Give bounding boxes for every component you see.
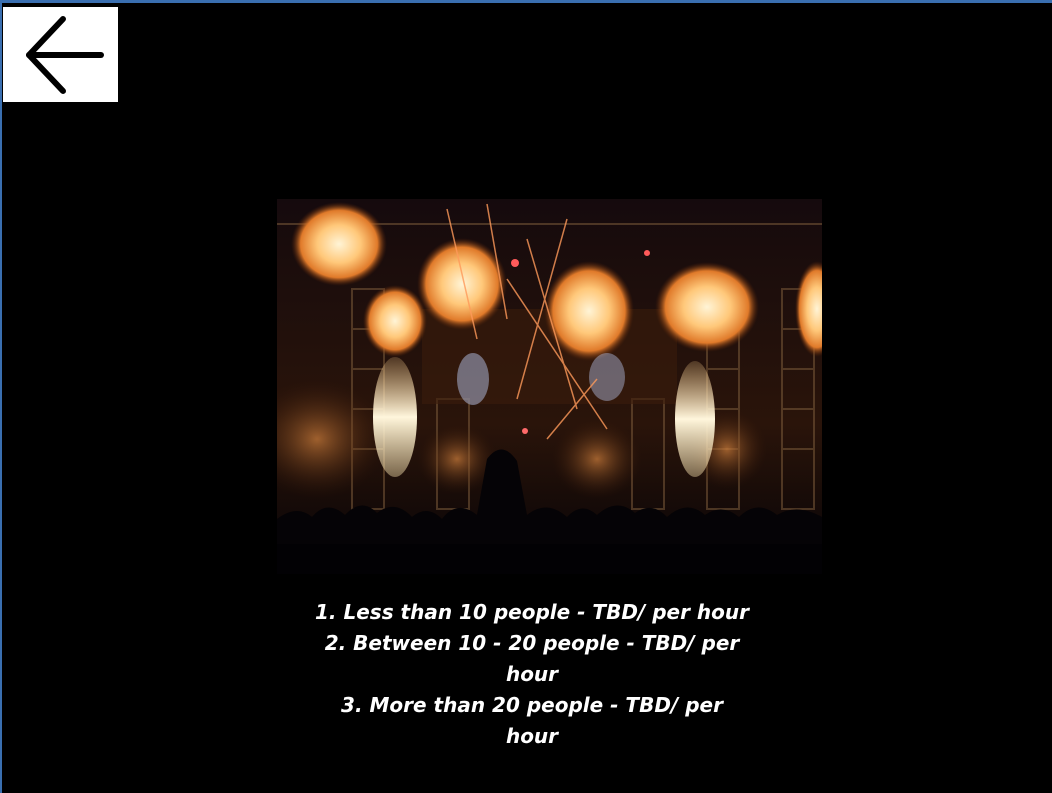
concert-pyrotechnics-image xyxy=(277,199,822,574)
concert-photo xyxy=(277,199,822,574)
app-window: 1. Less than 10 people - TBD/ per hour 2… xyxy=(0,0,1052,793)
pricing-list: 1. Less than 10 people - TBD/ per hour 2… xyxy=(312,597,752,752)
pricing-item-2: 2. Between 10 - 20 people - TBD/ per hou… xyxy=(324,631,740,686)
pricing-item-1: 1. Less than 10 people - TBD/ per hour xyxy=(315,600,749,624)
back-button[interactable] xyxy=(3,7,118,102)
pricing-item-3: 3. More than 20 people - TBD/ per hour xyxy=(341,693,723,748)
arrow-left-icon xyxy=(25,15,104,94)
